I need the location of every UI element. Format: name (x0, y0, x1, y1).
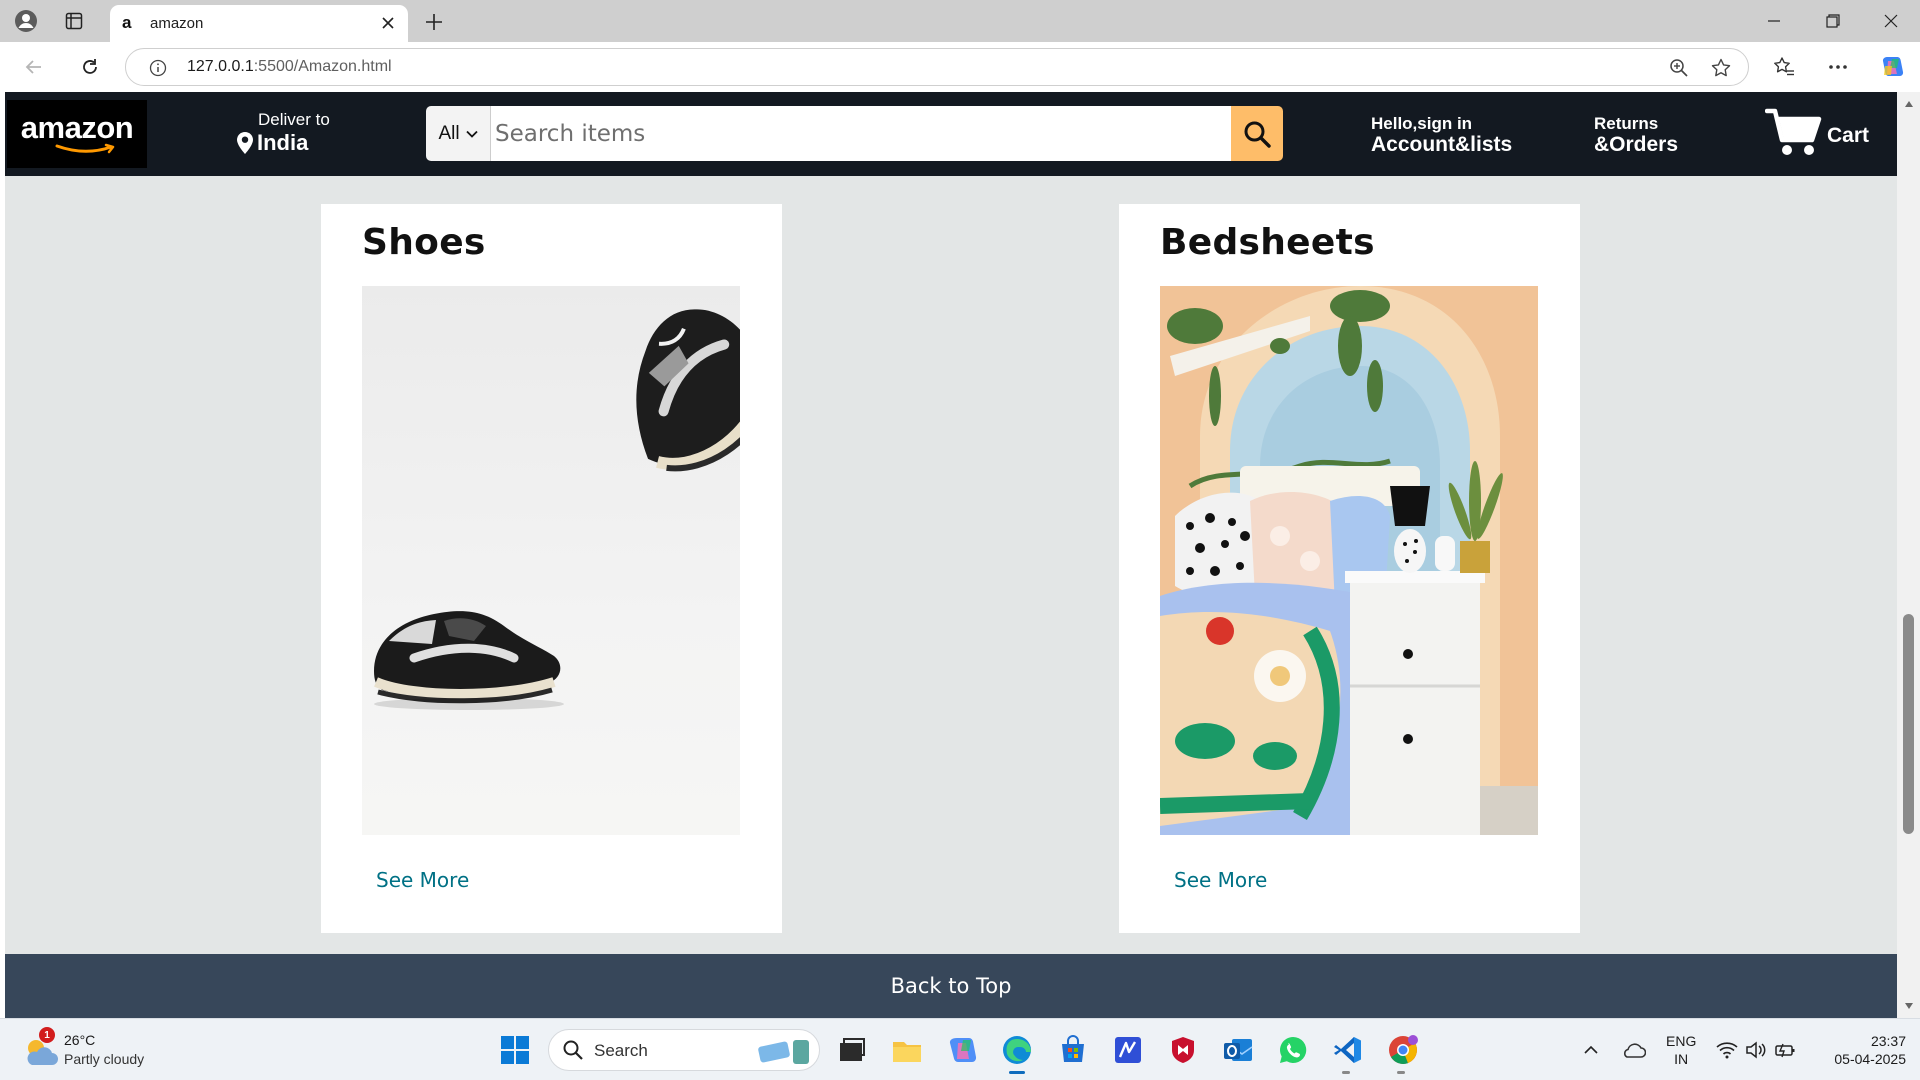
orders-label: &Orders (1594, 133, 1679, 156)
cart-link[interactable]: Cart (1764, 106, 1885, 162)
amazon-logo[interactable]: amazon (7, 100, 147, 168)
search-category-label: All (438, 122, 460, 144)
show-hidden-icons-chevron-icon[interactable] (1573, 1032, 1609, 1068)
cart-icon (1764, 108, 1822, 155)
close-tab-icon[interactable] (378, 13, 398, 33)
copilot-icon[interactable] (1876, 52, 1908, 82)
windows-start-icon[interactable] (500, 1035, 530, 1065)
deliver-label: Deliver to (258, 110, 330, 129)
task-view-icon[interactable] (834, 1032, 870, 1068)
favorite-star-icon[interactable] (1710, 57, 1732, 79)
weather-badge: 1 (39, 1027, 55, 1043)
browser-tab-strip: a amazon (0, 0, 1920, 42)
back-arrow-icon[interactable] (18, 52, 50, 82)
location-pin-icon (237, 132, 253, 154)
url-path: :5500/Amazon.html (253, 58, 392, 75)
language-indicator[interactable]: ENG IN (1666, 1032, 1696, 1068)
search-bar: All (426, 106, 1283, 161)
card-title: Shoes (362, 222, 486, 263)
search-highlight-icon (758, 1040, 809, 1064)
cart-label: Cart (1827, 124, 1870, 147)
more-menu-icon[interactable] (1822, 52, 1854, 82)
reload-icon[interactable] (74, 52, 106, 82)
deliver-location-row: India (236, 130, 308, 156)
see-more-link[interactable]: See More (376, 868, 469, 892)
edge-browser-icon[interactable] (999, 1032, 1035, 1074)
search-icon (563, 1040, 583, 1060)
see-more-link[interactable]: See More (1174, 868, 1267, 892)
file-explorer-icon[interactable] (889, 1032, 925, 1068)
battery-icon[interactable] (1768, 1032, 1804, 1068)
new-tab-icon[interactable] (420, 8, 448, 36)
pen-app-icon[interactable] (1110, 1032, 1146, 1068)
back-to-top-bar[interactable]: Back to Top (5, 954, 1897, 1018)
language-line1: ENG (1666, 1033, 1697, 1049)
vscode-icon[interactable] (1330, 1032, 1366, 1074)
back-to-top-label: Back to Top (890, 974, 1012, 998)
bedsheets-image[interactable] (1160, 286, 1538, 835)
account-lists-link[interactable]: Hello,sign in Account&lists (1371, 114, 1512, 156)
open-app-indicator (1397, 1071, 1405, 1074)
search-button[interactable] (1231, 106, 1283, 161)
deliver-location: India (257, 130, 309, 155)
taskbar-search-label: Search (594, 1041, 648, 1060)
chrome-icon[interactable] (1385, 1032, 1421, 1074)
search-category-select[interactable]: All (426, 106, 491, 161)
logo-text: amazon (20, 110, 134, 145)
scrollbar-thumb[interactable] (1903, 614, 1914, 834)
copilot-app-icon[interactable] (945, 1032, 981, 1068)
microsoft-store-icon[interactable] (1055, 1032, 1091, 1068)
profile-icon[interactable] (10, 7, 42, 35)
tab-actions-icon[interactable] (58, 7, 90, 35)
active-tab[interactable]: a amazon (110, 5, 408, 42)
outlook-icon[interactable] (1220, 1032, 1256, 1068)
scroll-up-icon[interactable] (1897, 96, 1920, 112)
clock[interactable]: 23:37 05-04-2025 (1806, 1032, 1906, 1068)
category-card-shoes: Shoes See More (321, 204, 782, 933)
onedrive-icon[interactable] (1615, 1032, 1651, 1068)
chevron-down-icon (465, 130, 478, 138)
smile-arrow-icon (55, 143, 115, 154)
site-info-icon[interactable] (148, 58, 168, 78)
account-greeting: Hello,sign in (1371, 114, 1473, 133)
restore-icon[interactable] (1810, 6, 1856, 36)
zoom-icon[interactable] (1668, 57, 1690, 79)
account-lists-label: Account&lists (1371, 133, 1513, 156)
site-header: amazon Deliver to India All Hello,sign i… (5, 92, 1897, 176)
url-host: 127.0.0.1 (187, 58, 254, 75)
search-icon (1244, 121, 1271, 148)
returns-orders-link[interactable]: Returns &Orders (1594, 114, 1678, 156)
open-app-indicator (1342, 1071, 1350, 1074)
clock-date: 05-04-2025 (1834, 1051, 1906, 1067)
search-input[interactable] (491, 106, 1231, 161)
close-window-icon[interactable] (1868, 6, 1914, 36)
returns-label: Returns (1594, 114, 1659, 133)
address-bar[interactable]: 127.0.0.1:5500/Amazon.html (125, 48, 1749, 86)
minimize-icon[interactable] (1751, 6, 1797, 36)
browser-toolbar: 127.0.0.1:5500/Amazon.html (0, 42, 1920, 92)
amazon-favicon-icon: a (122, 13, 132, 32)
weather-temp: 26°C (64, 1032, 96, 1048)
weather-widget[interactable]: 1 26°C Partly cloudy (22, 1027, 182, 1073)
whatsapp-icon[interactable] (1275, 1032, 1311, 1068)
category-card-bedsheets: Bedsheets See More (1119, 204, 1580, 933)
weather-desc: Partly cloudy (64, 1051, 145, 1067)
page-scrollbar[interactable] (1897, 92, 1920, 1018)
taskbar: 1 26°C Partly cloudy Search ENG IN 23:37… (0, 1018, 1920, 1080)
scroll-down-icon[interactable] (1897, 998, 1920, 1014)
clock-time: 23:37 (1870, 1033, 1906, 1049)
shoes-image[interactable] (362, 286, 740, 835)
page-viewport: amazon Deliver to India All Hello,sign i… (5, 92, 1897, 1018)
card-title: Bedsheets (1160, 222, 1375, 263)
favorites-icon[interactable] (1768, 52, 1800, 82)
taskbar-search[interactable]: Search (548, 1029, 820, 1071)
language-line2: IN (1674, 1051, 1689, 1067)
mcafee-icon[interactable] (1165, 1032, 1201, 1068)
active-app-indicator (1009, 1071, 1025, 1074)
tab-title: amazon (150, 15, 204, 32)
url-text: 127.0.0.1:5500/Amazon.html (187, 58, 392, 76)
